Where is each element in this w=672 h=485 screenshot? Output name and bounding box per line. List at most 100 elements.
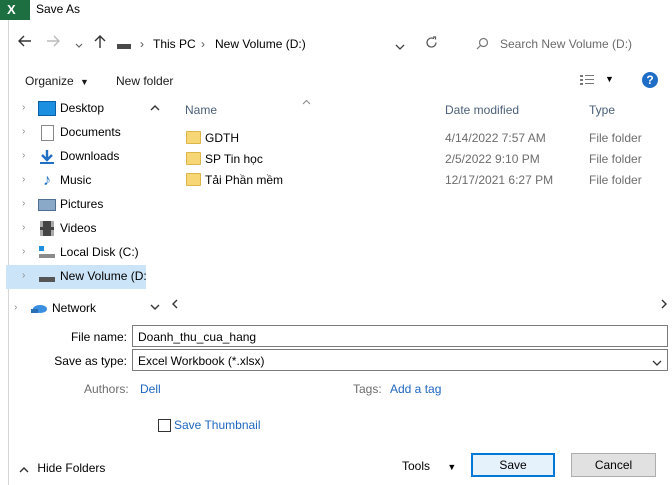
add-tag-link[interactable]: Add a tag	[390, 382, 441, 396]
desktop-icon	[38, 101, 56, 116]
arrow-right-icon	[47, 35, 60, 47]
save-thumbnail-checkbox[interactable]	[158, 419, 171, 432]
view-options-dropdown[interactable]: ▼	[605, 74, 614, 84]
tools-dropdown[interactable]: Tools ▼	[402, 459, 456, 473]
chevron-down-icon	[652, 356, 662, 370]
music-note-icon: ♪	[43, 172, 51, 189]
sidebar-item-label: Documents	[60, 125, 121, 139]
address-dropdown[interactable]	[395, 40, 405, 54]
organize-button[interactable]: Organize ▼	[25, 74, 89, 88]
save-type-select[interactable]: Excel Workbook (*.xlsx)	[132, 349, 668, 371]
sidebar-item-label: Videos	[60, 221, 97, 235]
breadcrumb-new-volume[interactable]: New Volume (D:)	[215, 37, 306, 51]
chevron-down-icon	[75, 43, 83, 48]
sidebar-item-documents[interactable]: › Documents	[10, 122, 160, 144]
sidebar-item-label: Desktop	[60, 101, 105, 115]
sidebar-item-pictures[interactable]: › Pictures	[10, 194, 160, 216]
caret-down-icon: ▼	[447, 462, 457, 472]
chevron-right-icon: ›	[22, 198, 26, 209]
pictures-icon	[38, 199, 56, 211]
recent-locations-dropdown[interactable]	[75, 38, 83, 52]
caret-down-icon: ▼	[605, 74, 614, 84]
organize-label: Organize	[25, 74, 74, 88]
new-folder-button[interactable]: New folder	[116, 74, 173, 88]
chevron-up-icon	[19, 462, 29, 476]
chevron-down-icon	[395, 44, 405, 50]
file-name-label: File name:	[70, 330, 127, 344]
save-type-value: Excel Workbook (*.xlsx)	[138, 354, 265, 368]
excel-logo-letter: X	[7, 2, 16, 17]
sidebar-item-network[interactable]: › Network	[2, 298, 152, 320]
authors-label: Authors:	[84, 382, 129, 396]
network-icon	[30, 301, 48, 316]
search-icon	[476, 37, 489, 53]
file-name-value: Doanh_thu_cua_hang	[138, 330, 257, 344]
help-button[interactable]: ?	[642, 72, 658, 88]
chevron-right-icon: ›	[22, 222, 26, 233]
documents-icon	[41, 125, 54, 141]
column-header-date-modified[interactable]: Date modified	[445, 103, 519, 117]
drive-icon	[117, 44, 131, 49]
save-type-label: Save as type:	[54, 354, 127, 368]
file-type: File folder	[589, 173, 642, 187]
list-item[interactable]: Tải Phần mềm 12/17/2021 6:27 PM File fol…	[180, 170, 660, 190]
sidebar-item-new-volume[interactable]: › New Volume (D:	[6, 265, 147, 289]
column-header-name[interactable]: Name	[185, 103, 217, 117]
file-date: 2/5/2022 9:10 PM	[445, 152, 540, 166]
tools-label: Tools	[402, 459, 431, 473]
drive-icon	[38, 272, 56, 287]
chevron-right-icon	[661, 299, 667, 309]
chevron-right-icon: ›	[22, 270, 26, 281]
save-button[interactable]: Save	[471, 453, 555, 477]
back-button[interactable]	[18, 34, 32, 51]
breadcrumb-this-pc[interactable]: This PC	[153, 37, 196, 51]
file-name: GDTH	[205, 131, 239, 145]
sidebar-item-music[interactable]: › ♪ Music	[10, 170, 160, 192]
authors-value[interactable]: Dell	[140, 382, 161, 396]
search-input[interactable]: Search New Volume (D:)	[500, 37, 632, 51]
hide-folders-button[interactable]: Hide Folders	[19, 461, 105, 476]
chevron-right-icon: ›	[22, 174, 26, 185]
column-header-type[interactable]: Type	[589, 103, 615, 117]
local-disk-icon	[38, 245, 56, 260]
list-item[interactable]: SP Tin học 2/5/2022 9:10 PM File folder	[180, 149, 660, 169]
file-type: File folder	[589, 152, 642, 166]
excel-app-icon: X	[0, 0, 30, 20]
folder-icon	[186, 152, 201, 165]
refresh-icon	[426, 36, 437, 48]
sidebar-item-local-disk[interactable]: › Local Disk (C:)	[10, 242, 160, 264]
sidebar-item-label: Network	[52, 301, 97, 315]
save-thumbnail-label[interactable]: Save Thumbnail	[174, 418, 261, 432]
chevron-right-icon: ›	[22, 246, 26, 257]
sort-indicator-icon	[302, 94, 311, 108]
scroll-left-button[interactable]	[171, 298, 178, 312]
cancel-button[interactable]: Cancel	[571, 453, 656, 477]
file-name-field[interactable]: Doanh_thu_cua_hang	[132, 325, 668, 347]
arrow-left-icon	[18, 35, 31, 47]
chevron-right-icon: ›	[22, 126, 26, 137]
file-type: File folder	[589, 131, 642, 145]
scroll-right-button[interactable]	[661, 298, 668, 312]
caret-down-icon: ▼	[80, 77, 89, 87]
videos-icon	[40, 221, 54, 236]
forward-button[interactable]	[46, 34, 60, 51]
sidebar-item-label: Local Disk (C:)	[60, 245, 139, 259]
view-options-button[interactable]	[580, 74, 598, 89]
file-date: 12/17/2021 6:27 PM	[445, 173, 554, 187]
sidebar-item-videos[interactable]: › Videos	[10, 218, 160, 240]
sidebar-item-desktop[interactable]: › Desktop	[10, 98, 160, 120]
list-item[interactable]: GDTH 4/14/2022 7:57 AM File folder	[180, 128, 660, 148]
refresh-button[interactable]	[425, 36, 438, 52]
sidebar-item-label: Music	[60, 173, 92, 187]
breadcrumb-separator: ›	[201, 37, 205, 51]
sidebar-item-downloads[interactable]: › Downloads	[10, 146, 160, 168]
file-date: 4/14/2022 7:57 AM	[445, 131, 546, 145]
chevron-right-icon: ›	[22, 150, 26, 161]
download-arrow-icon	[38, 149, 56, 164]
file-name: SP Tin học	[205, 152, 263, 166]
chevron-right-icon: ›	[14, 302, 18, 313]
app-edge	[0, 0, 9, 485]
sidebar-item-label: Pictures	[60, 197, 104, 211]
window-title: Save As	[36, 2, 81, 16]
up-button[interactable]	[94, 35, 106, 52]
